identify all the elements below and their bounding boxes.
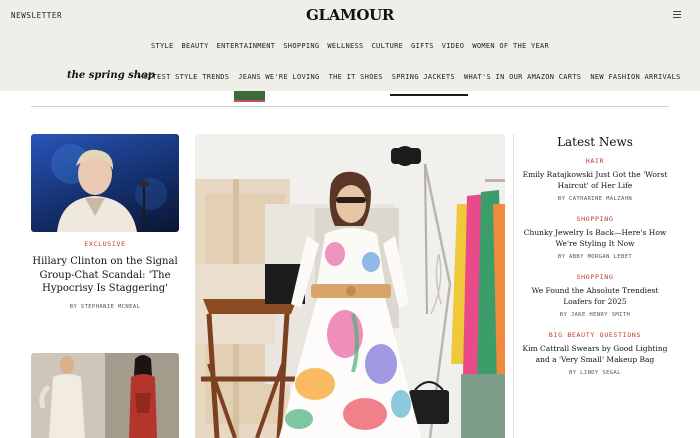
red-carpet-illustration <box>31 353 179 438</box>
portrait-illustration <box>51 144 167 232</box>
story-byline[interactable]: BY STEPHANIE MCNEAL <box>31 304 179 310</box>
news-byline[interactable]: BY JAKE HENRY SMITH <box>513 312 677 318</box>
nav-item-style[interactable]: STYLE <box>151 42 174 50</box>
story-image-red-carpet[interactable] <box>31 353 179 438</box>
nav-item-beauty[interactable]: BEAUTY <box>182 42 209 50</box>
story-image-hillary-clinton[interactable] <box>31 134 179 232</box>
subnav-item-amazon-carts[interactable]: WHAT'S IN OUR AMAZON CARTS <box>464 73 581 81</box>
news-headline[interactable]: We Found the Absolute Trendiest Loafers … <box>517 285 673 307</box>
hero-illustration <box>195 134 505 438</box>
subnav-item-spring-jackets[interactable]: SPRING JACKETS <box>392 73 455 81</box>
subnav-item-new-fashion-arrivals[interactable]: NEW FASHION ARRIVALS <box>590 73 680 81</box>
news-headline[interactable]: Emily Ratajkowski Just Got the 'Worst Ha… <box>517 169 673 191</box>
latest-news-panel: Latest News HAIR Emily Ratajkowski Just … <box>513 134 677 376</box>
hero-image[interactable] <box>195 134 505 438</box>
nav-item-shopping[interactable]: SHOPPING <box>283 42 319 50</box>
top-bar: NEWSLETTER GLAMOUR <box>0 0 700 31</box>
primary-nav: STYLE BEAUTY ENTERTAINMENT SHOPPING WELL… <box>0 31 700 60</box>
news-headline[interactable]: Chunky Jewelry Is Back—Here's How We're … <box>517 227 673 249</box>
news-category[interactable]: SHOPPING <box>513 215 677 223</box>
subnav-item-it-shoes[interactable]: THE IT SHOES <box>329 73 383 81</box>
story-headline[interactable]: Hillary Clinton on the Signal Group-Chat… <box>31 255 179 296</box>
site-logo[interactable]: GLAMOUR <box>0 6 700 24</box>
subnav-item-jeans[interactable]: JEANS WE'RE LOVING <box>238 73 319 81</box>
carousel-strip <box>0 91 700 107</box>
news-item: SHOPPING We Found the Absolute Trendiest… <box>513 273 677 318</box>
nav-item-video[interactable]: VIDEO <box>442 42 465 50</box>
menu-icon[interactable] <box>673 11 681 19</box>
news-category[interactable]: HAIR <box>513 157 677 165</box>
story-card: EXCLUSIVE Hillary Clinton on the Signal … <box>31 240 179 310</box>
news-category[interactable]: SHOPPING <box>513 273 677 281</box>
secondary-nav: the spring shop HOTTEST STYLE TRENDS JEA… <box>0 60 700 91</box>
section-divider <box>31 106 669 107</box>
nav-item-gifts[interactable]: GIFTS <box>411 42 434 50</box>
news-headline[interactable]: Kim Cattrall Swears by Good Lighting and… <box>517 343 673 365</box>
nav-item-women-of-the-year[interactable]: WOMEN OF THE YEAR <box>472 42 549 50</box>
news-byline[interactable]: BY LINDY SEGAL <box>513 370 677 376</box>
nav-item-entertainment[interactable]: ENTERTAINMENT <box>217 42 276 50</box>
news-item: HAIR Emily Ratajkowski Just Got the 'Wor… <box>513 157 677 202</box>
latest-news-title: Latest News <box>557 135 633 149</box>
news-item: BIG BEAUTY QUESTIONS Kim Cattrall Swears… <box>513 331 677 376</box>
nav-item-wellness[interactable]: WELLNESS <box>327 42 363 50</box>
news-byline[interactable]: BY ABBY MORGAN LEBET <box>513 254 677 260</box>
news-byline[interactable]: BY CATHARINE MALZAHN <box>513 196 677 202</box>
carousel-progress <box>390 94 468 96</box>
subnav-item-hottest-style-trends[interactable]: HOTTEST STYLE TRENDS <box>139 73 229 81</box>
carousel-thumbnail[interactable] <box>234 91 265 102</box>
nav-item-culture[interactable]: CULTURE <box>372 42 404 50</box>
news-category[interactable]: BIG BEAUTY QUESTIONS <box>513 331 677 339</box>
story-eyebrow: EXCLUSIVE <box>84 240 126 248</box>
news-item: SHOPPING Chunky Jewelry Is Back—Here's H… <box>513 215 677 260</box>
